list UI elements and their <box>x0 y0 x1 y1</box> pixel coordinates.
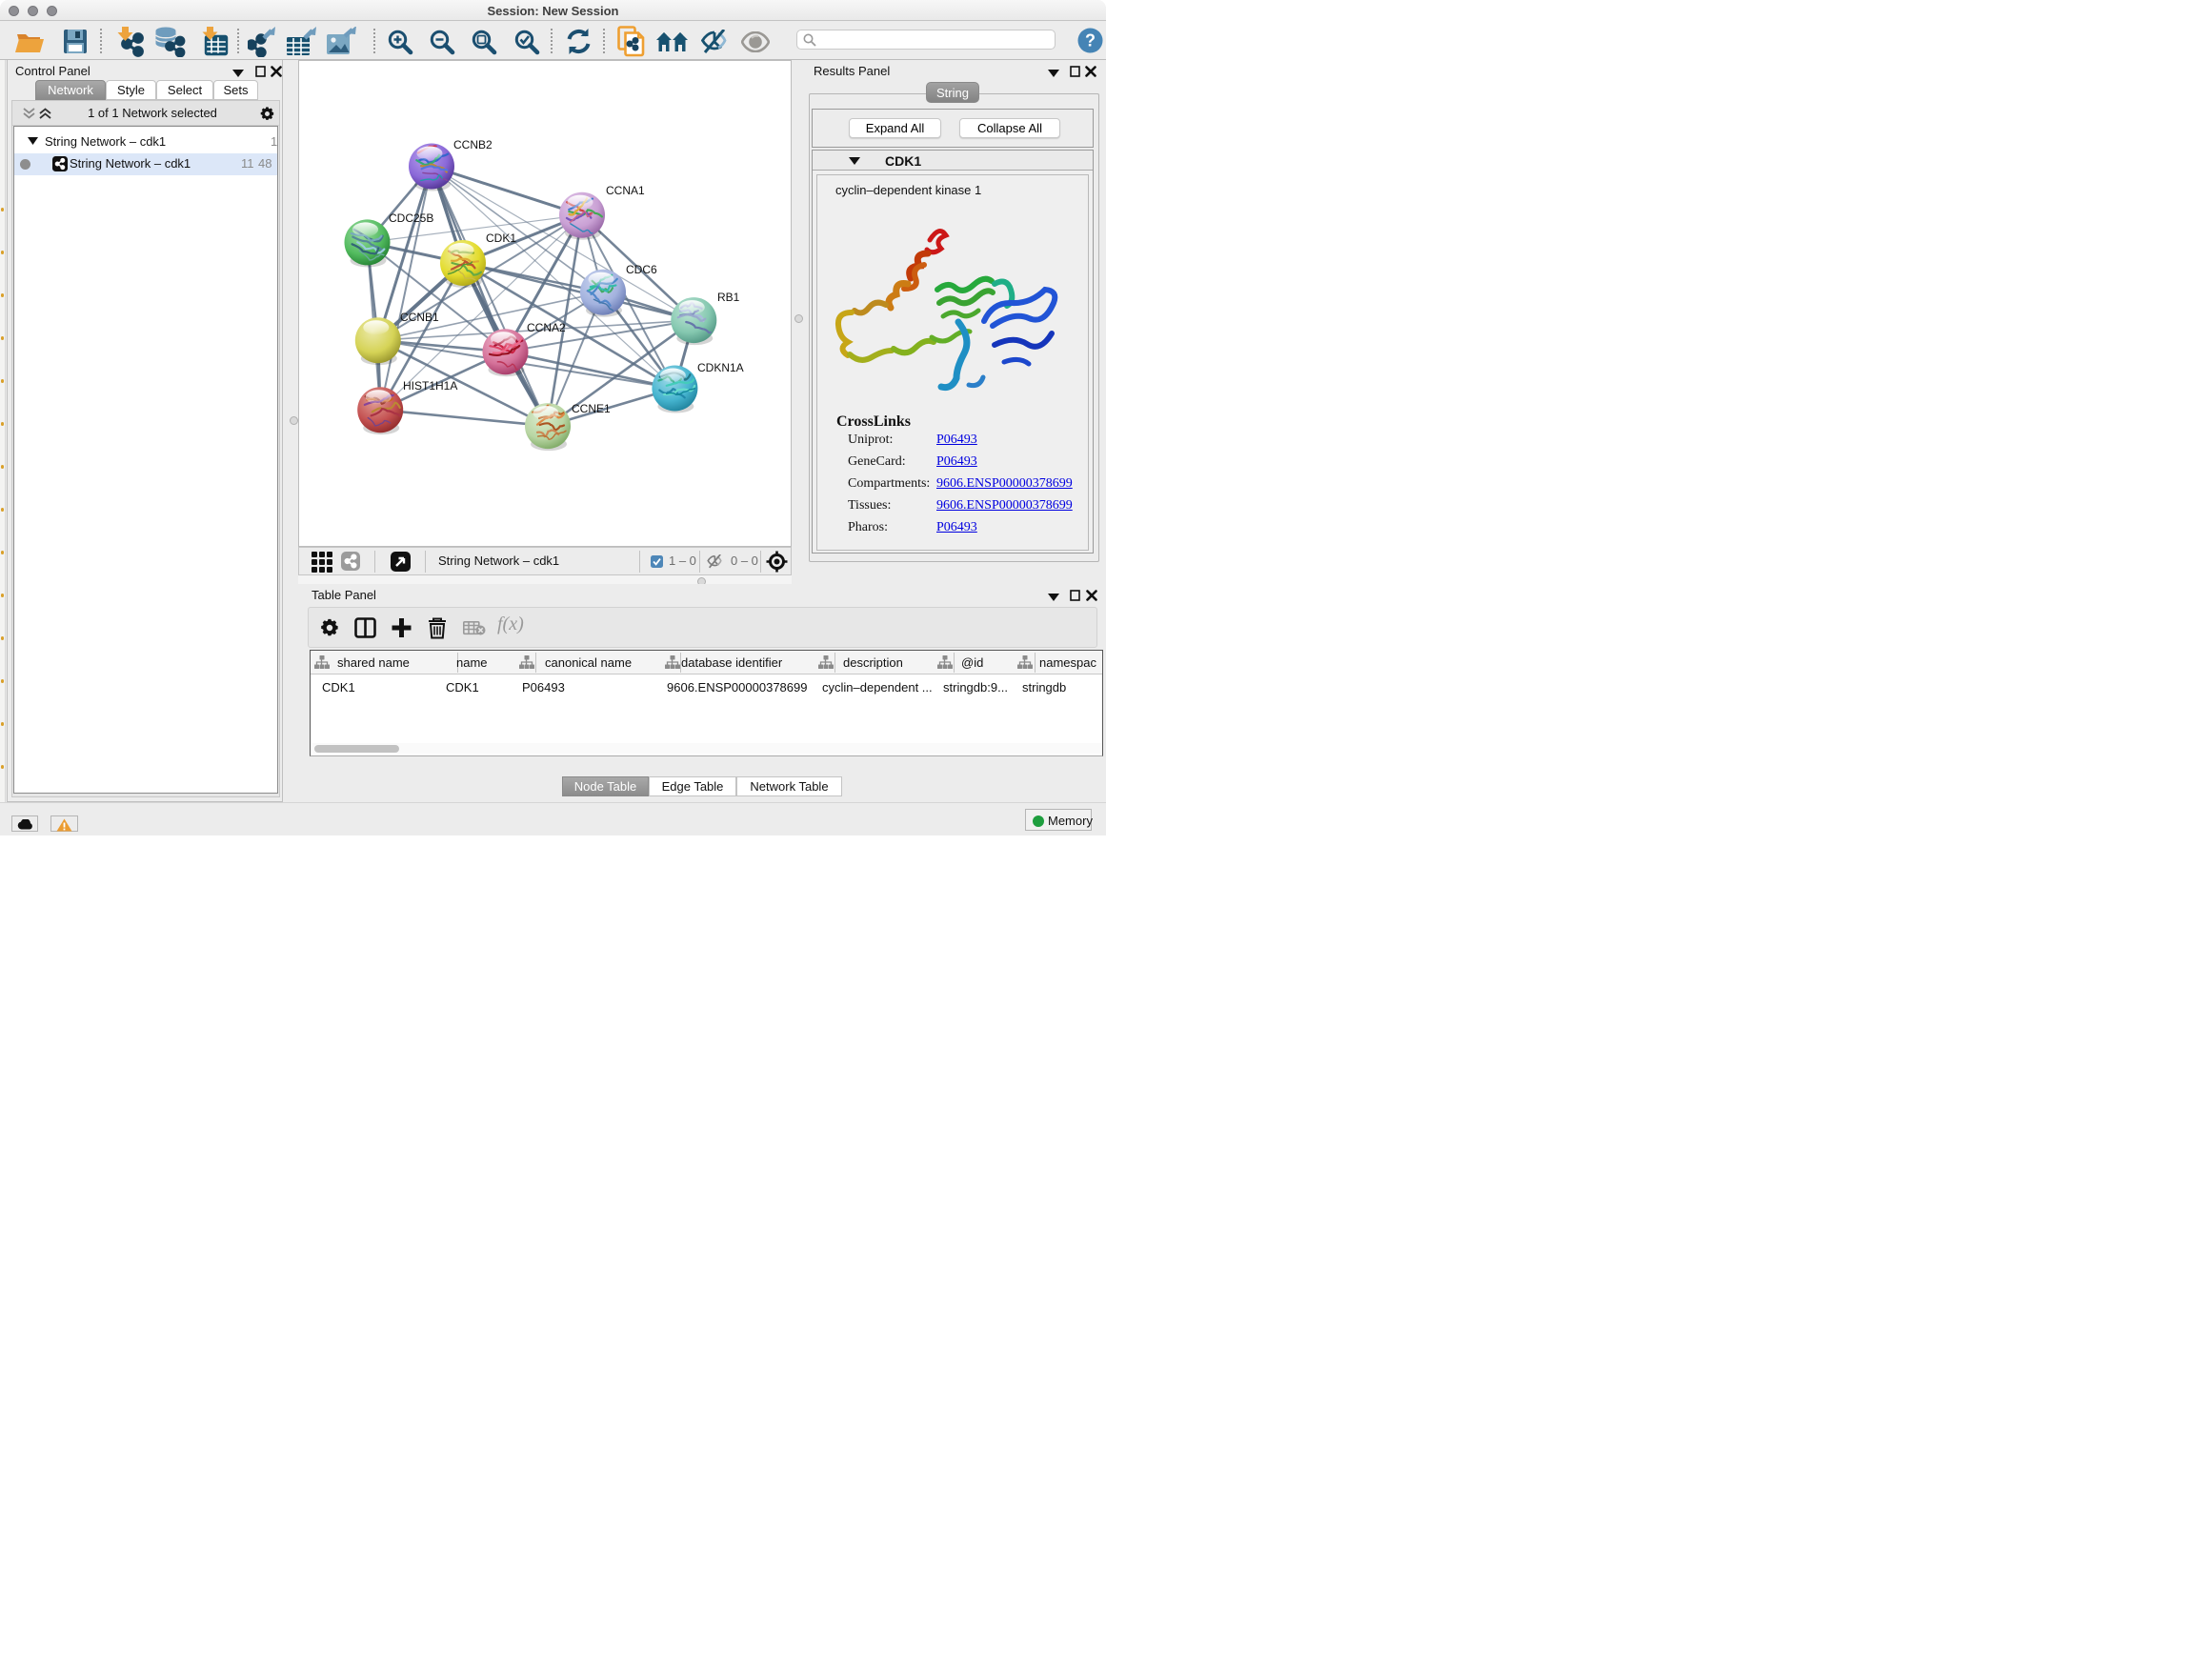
svg-text:CCNB2: CCNB2 <box>453 138 493 151</box>
svg-text:?: ? <box>1085 31 1096 50</box>
svg-text:CCNA2: CCNA2 <box>527 321 566 334</box>
svg-text:CCNB1: CCNB1 <box>400 311 439 324</box>
svg-text:CDK1: CDK1 <box>486 232 516 245</box>
svg-text:RB1: RB1 <box>717 291 740 304</box>
svg-text:CCNE1: CCNE1 <box>572 402 611 415</box>
svg-text:HIST1H1A: HIST1H1A <box>403 379 457 393</box>
svg-text:CDKN1A: CDKN1A <box>697 361 744 374</box>
svg-text:CDC25B: CDC25B <box>389 211 433 225</box>
svg-text:CCNA1: CCNA1 <box>606 184 645 197</box>
svg-text:CDC6: CDC6 <box>626 263 657 276</box>
